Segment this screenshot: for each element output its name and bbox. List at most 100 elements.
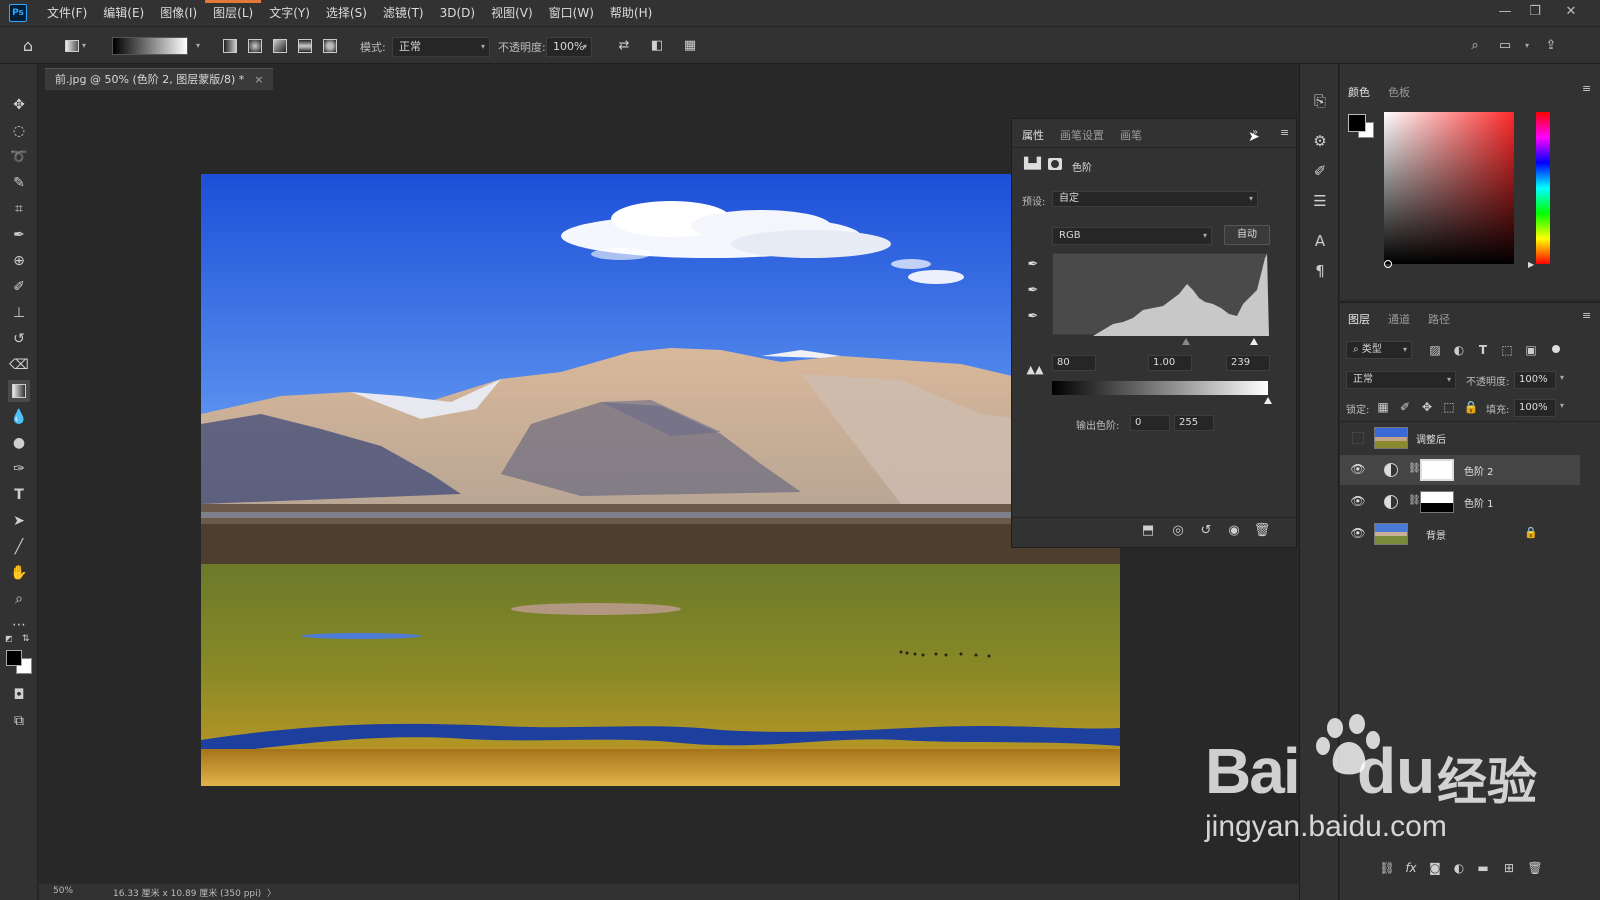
close-icon[interactable]: ✕ xyxy=(1556,2,1586,22)
hue-slider[interactable] xyxy=(1536,112,1550,264)
layers-panel-menu-icon[interactable]: ≡ xyxy=(1582,309,1591,322)
output-white-slider[interactable] xyxy=(1264,397,1272,404)
swap-colors-icon[interactable]: ⇅ xyxy=(22,634,32,644)
filter-smart-object-icon[interactable]: ▣ xyxy=(1522,341,1540,359)
layer-filter-select[interactable]: ⌕ 类型 ▾ xyxy=(1346,341,1412,359)
add-layer-style-icon[interactable]: fx xyxy=(1402,859,1420,877)
transparency-icon[interactable]: ▦ xyxy=(680,36,700,56)
view-previous-state-icon[interactable]: ◎ xyxy=(1168,523,1188,541)
color-panel-menu-icon[interactable]: ≡ xyxy=(1582,82,1591,95)
brush-settings-panel-icon[interactable]: ✐ xyxy=(1309,160,1331,182)
filter-pixel-icon[interactable]: ▨ xyxy=(1426,341,1444,359)
menu-image[interactable]: 图像(I) xyxy=(152,0,205,26)
black-point-eyedropper-icon[interactable]: ✒ xyxy=(1024,257,1042,275)
layer-mask-icon[interactable] xyxy=(1048,158,1062,170)
share-icon[interactable]: ⇪ xyxy=(1541,36,1561,56)
crop-tool-icon[interactable]: ⌗ xyxy=(8,198,30,220)
linear-gradient-icon[interactable] xyxy=(220,36,240,56)
layer-row-levels-1[interactable]: 👁 ⛓ 色阶 1 xyxy=(1340,487,1580,517)
blur-tool-icon[interactable]: 💧 xyxy=(8,406,30,428)
layer-row-levels-2[interactable]: 👁 ⛓ 色阶 2 xyxy=(1340,455,1580,485)
input-gamma-slider[interactable] xyxy=(1182,338,1190,345)
input-white-slider[interactable] xyxy=(1250,338,1258,345)
auto-button[interactable]: 自动 xyxy=(1224,225,1270,245)
type-tool-icon[interactable]: T xyxy=(8,484,30,506)
menu-select[interactable]: 选择(S) xyxy=(318,0,375,26)
blend-mode-select[interactable]: 正常 ▾ xyxy=(1346,371,1456,389)
add-mask-icon[interactable]: ◙ xyxy=(1426,859,1444,877)
hand-tool-icon[interactable]: ✋ xyxy=(8,562,30,584)
document-tab[interactable]: 前.jpg @ 50% (色阶 2, 图层蒙版/8) * × xyxy=(45,68,274,90)
menu-filter[interactable]: 滤镜(T) xyxy=(375,0,432,26)
tab-swatches[interactable]: 色板 xyxy=(1388,84,1410,100)
fill-chevron-icon[interactable]: ▾ xyxy=(1560,401,1564,410)
layer-mask-thumbnail[interactable] xyxy=(1420,491,1454,513)
eyedropper-tool-icon[interactable]: ✒ xyxy=(8,224,30,246)
lock-all-icon[interactable]: 🔒 xyxy=(1462,398,1480,416)
zoom-level[interactable]: 50% xyxy=(53,886,73,896)
new-layer-icon[interactable]: ⊞ xyxy=(1500,859,1518,877)
foreground-color-swatch[interactable] xyxy=(1348,114,1366,132)
mode-select[interactable]: 正常 ▾ xyxy=(392,37,490,57)
color-field[interactable] xyxy=(1384,112,1514,264)
eye-icon[interactable]: 👁 xyxy=(1350,462,1366,478)
menu-edit[interactable]: 编辑(E) xyxy=(95,0,152,26)
eye-icon[interactable]: 👁 xyxy=(1350,526,1366,542)
adjustments-panel-icon[interactable]: ☰ xyxy=(1309,190,1331,212)
dither-icon[interactable]: ◧ xyxy=(647,36,667,56)
visibility-toggle[interactable] xyxy=(1352,432,1364,444)
angle-gradient-icon[interactable] xyxy=(270,36,290,56)
brush-tool-icon[interactable]: ✐ xyxy=(8,276,30,298)
workspace-chevron-icon[interactable]: ▾ xyxy=(1517,36,1537,56)
delete-adjustment-icon[interactable]: 🗑 xyxy=(1252,523,1272,541)
marquee-tool-icon[interactable]: ◌ xyxy=(8,120,30,142)
properties-panel-icon[interactable]: ⚙ xyxy=(1309,130,1331,152)
reverse-icon[interactable]: ⇄ xyxy=(614,36,634,56)
path-selection-tool-icon[interactable]: ➤ xyxy=(8,510,30,532)
menu-3d[interactable]: 3D(D) xyxy=(432,0,483,26)
history-brush-tool-icon[interactable]: ↺ xyxy=(8,328,30,350)
document-tab-close-icon[interactable]: × xyxy=(254,73,263,86)
character-panel-icon[interactable]: A xyxy=(1309,230,1331,252)
layer-row-adjusted[interactable]: 调整后 xyxy=(1340,423,1580,453)
color-picker-cursor[interactable] xyxy=(1384,260,1392,268)
link-icon[interactable]: ⛓ xyxy=(1408,495,1421,506)
filter-toggle-icon[interactable] xyxy=(1552,345,1560,353)
screen-mode-icon[interactable]: ⧉ xyxy=(8,710,30,732)
clip-to-layer-icon[interactable]: ⬒ xyxy=(1138,523,1158,541)
layer-mask-thumbnail[interactable] xyxy=(1420,459,1454,481)
status-menu-arrow-icon[interactable]: 〉 xyxy=(267,886,276,899)
output-black-field[interactable]: 0 xyxy=(1130,415,1170,431)
link-layers-icon[interactable]: ⛓ xyxy=(1378,859,1396,877)
layer-name[interactable]: 色阶 2 xyxy=(1464,463,1494,478)
radial-gradient-icon[interactable] xyxy=(245,36,265,56)
toggle-visibility-icon[interactable]: ◉ xyxy=(1224,523,1244,541)
clone-stamp-tool-icon[interactable]: ⊥ xyxy=(8,302,30,324)
layer-name[interactable]: 调整后 xyxy=(1416,431,1446,446)
menu-window[interactable]: 窗口(W) xyxy=(541,0,602,26)
filter-adjustment-icon[interactable]: ◐ xyxy=(1450,341,1468,359)
tab-paths[interactable]: 路径 xyxy=(1428,311,1450,327)
input-white-field[interactable]: 239 xyxy=(1226,355,1270,371)
delete-layer-icon[interactable]: 🗑 xyxy=(1526,859,1544,877)
eye-icon[interactable]: 👁 xyxy=(1350,494,1366,510)
new-adjustment-layer-icon[interactable]: ◐ xyxy=(1450,859,1468,877)
layer-opacity-field[interactable]: 100% xyxy=(1514,371,1556,389)
tab-brush-settings[interactable]: 画笔设置 xyxy=(1060,127,1104,143)
opacity-chevron-icon[interactable]: ▾ xyxy=(1560,373,1564,382)
tab-channels[interactable]: 通道 xyxy=(1388,311,1410,327)
lock-transparent-icon[interactable]: ▦ xyxy=(1374,398,1392,416)
input-gamma-field[interactable]: 1.00 xyxy=(1148,355,1192,371)
filter-type-icon[interactable]: T xyxy=(1474,341,1492,359)
quick-select-tool-icon[interactable]: ✎ xyxy=(8,172,30,194)
more-tools-icon[interactable]: ⋯ xyxy=(8,614,30,636)
gradient-tool-icon[interactable] xyxy=(8,380,30,402)
tab-color[interactable]: 颜色 xyxy=(1348,84,1370,100)
menu-layer[interactable]: 图层(L) xyxy=(205,0,262,26)
output-white-field[interactable]: 255 xyxy=(1174,415,1214,431)
move-tool-icon[interactable]: ✥ xyxy=(8,94,30,116)
dodge-tool-icon[interactable]: ● xyxy=(8,432,30,454)
menu-help[interactable]: 帮助(H) xyxy=(602,0,660,26)
default-colors-icon[interactable]: ◩ xyxy=(5,634,15,644)
home-icon[interactable]: ⌂ xyxy=(18,36,38,56)
